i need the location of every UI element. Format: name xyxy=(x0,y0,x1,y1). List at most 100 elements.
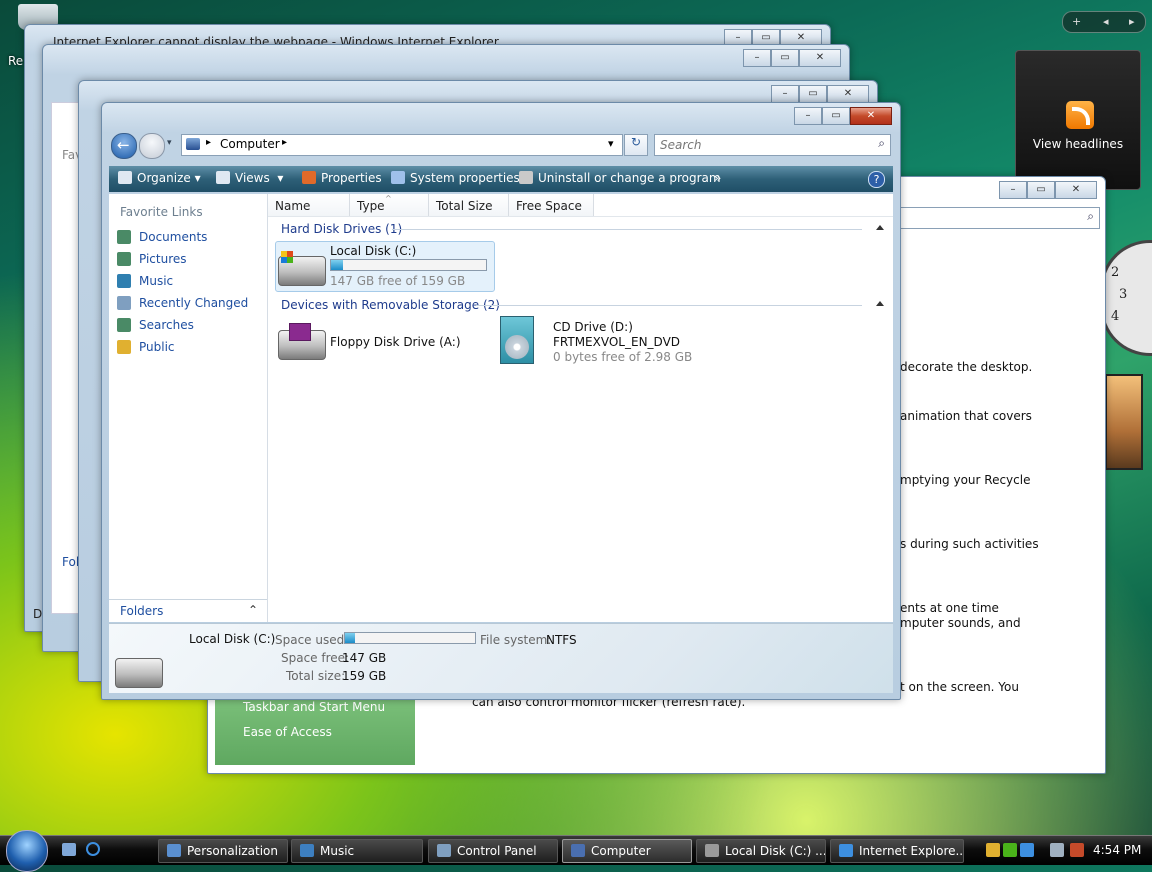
taskbar-button-internet-explore[interactable]: Internet Explore... xyxy=(830,839,964,863)
taskbar-button-music[interactable]: Music xyxy=(291,839,423,863)
address-dropdown[interactable]: ▾ xyxy=(608,137,614,150)
maximize-button[interactable]: ▭ xyxy=(1027,181,1055,199)
cd-drive-name: CD Drive (D:) xyxy=(553,320,633,334)
favorite-link-public[interactable]: Public xyxy=(117,340,175,358)
collapse-group-icon[interactable] xyxy=(876,301,884,306)
organize-button[interactable]: Organize ▾ xyxy=(118,171,201,185)
feed-headlines-gadget[interactable]: View headlines xyxy=(1015,50,1141,190)
minimize-button[interactable]: – xyxy=(999,181,1027,199)
taskbar-app-icon xyxy=(300,844,314,857)
search-placeholder: Search xyxy=(660,138,702,152)
close-button[interactable]: ✕ xyxy=(850,107,892,125)
refresh-button[interactable]: ↻ xyxy=(624,134,648,156)
favorite-link-label: Recently Changed xyxy=(139,296,249,310)
space-used-label: Space used: xyxy=(275,633,349,647)
feed-headlines-label: View headlines xyxy=(1032,137,1124,151)
minimize-button[interactable]: – xyxy=(794,107,822,125)
space-free-label: Space free: xyxy=(281,651,350,665)
taskbar-clock[interactable]: 4:54 PM xyxy=(1093,843,1141,857)
taskbar-button-computer[interactable]: Computer xyxy=(562,839,692,863)
system-properties-button[interactable]: System properties xyxy=(391,171,520,185)
favorite-link-recently-changed[interactable]: Recently Changed xyxy=(117,296,248,314)
start-button[interactable] xyxy=(6,830,48,872)
clock-gadget[interactable]: 2 3 4 xyxy=(1100,240,1152,356)
taskbar-button-local-disk-c[interactable]: Local Disk (C:) ... xyxy=(696,839,826,863)
music-icon xyxy=(117,274,131,288)
network-icon[interactable] xyxy=(1050,843,1064,857)
drive-item-cd[interactable]: CD Drive (D:) FRTMEXVOL_EN_DVD 0 bytes f… xyxy=(496,316,736,366)
forward-button[interactable] xyxy=(139,133,165,159)
help-button[interactable]: ? xyxy=(868,171,885,188)
folders-toggle-bar[interactable]: Folders ⌃ xyxy=(109,599,267,622)
group-hard-disk-drives[interactable]: Hard Disk Drives (1) xyxy=(281,222,402,236)
views-button[interactable]: Views ▾ xyxy=(216,171,283,185)
views-icon xyxy=(216,171,230,184)
group-removable-storage[interactable]: Devices with Removable Storage (2) xyxy=(281,298,500,312)
properties-button[interactable]: Properties xyxy=(302,171,382,185)
public-folder-icon xyxy=(117,340,131,354)
drive-item-floppy[interactable]: Floppy Disk Drive (A:) xyxy=(274,318,474,362)
window-controls: – ▭ ✕ xyxy=(743,49,841,67)
sidebar-next-button[interactable]: ▸ xyxy=(1129,15,1135,28)
breadcrumb-arrow[interactable]: ▸ xyxy=(282,137,287,148)
security-shield-icon[interactable] xyxy=(986,843,1000,857)
taskbar-button-personalization[interactable]: Personalization xyxy=(158,839,288,863)
more-commands-button[interactable]: » xyxy=(714,171,721,185)
local-disk-usage-bar xyxy=(330,259,487,271)
breadcrumb-computer[interactable]: Computer xyxy=(220,137,280,151)
local-disk-name: Local Disk (C:) xyxy=(330,244,417,258)
favorite-link-pictures[interactable]: Pictures xyxy=(117,252,187,270)
personalization-text: animation that covers xyxy=(900,409,1032,423)
clock-number: 3 xyxy=(1119,287,1128,302)
breadcrumb-arrow[interactable]: ▸ xyxy=(206,137,211,148)
cd-drive-free: 0 bytes free of 2.98 GB xyxy=(553,350,693,364)
sidebar-prev-button[interactable]: ◂ xyxy=(1103,15,1109,28)
cd-volume-label: FRTMEXVOL_EN_DVD xyxy=(553,335,681,349)
taskbar-start-menu-link[interactable]: Taskbar and Start Menu xyxy=(243,700,385,714)
column-header-name[interactable]: Name xyxy=(268,194,350,216)
pictures-icon xyxy=(117,252,131,266)
taskbar-app-icon xyxy=(571,844,585,857)
personalization-text: mputer sounds, and xyxy=(900,616,1021,630)
close-button[interactable]: ✕ xyxy=(799,49,841,67)
minimize-button[interactable]: – xyxy=(743,49,771,67)
close-button[interactable]: ✕ xyxy=(1055,181,1097,199)
uninstall-program-button[interactable]: Uninstall or change a program xyxy=(519,171,721,185)
details-disk-icon xyxy=(115,658,163,688)
documents-icon xyxy=(117,230,131,244)
chevron-up-icon[interactable]: ⌃ xyxy=(248,603,258,617)
tray-app-icon[interactable] xyxy=(1020,843,1034,857)
recent-pages-dropdown[interactable]: ▾ xyxy=(167,138,172,148)
search-input[interactable]: Search ⌕ xyxy=(654,134,891,156)
tray-app-icon[interactable] xyxy=(1003,843,1017,857)
disc-icon xyxy=(505,335,529,359)
taskbar-button-control-panel[interactable]: Control Panel xyxy=(428,839,558,863)
volume-muted-icon[interactable] xyxy=(1070,843,1084,857)
total-size-label: Total size: xyxy=(286,669,346,683)
sidebar-add-button[interactable]: + xyxy=(1072,15,1081,28)
details-stub: D xyxy=(33,607,43,621)
favorite-link-searches[interactable]: Searches xyxy=(117,318,194,336)
close-button[interactable]: ✕ xyxy=(827,85,869,103)
personalization-text: t on the screen. You xyxy=(900,680,1019,694)
details-pane: Local Disk (C:) Space used: Space free: … xyxy=(109,623,893,693)
favorite-link-documents[interactable]: Documents xyxy=(117,230,207,248)
collapse-group-icon[interactable] xyxy=(876,225,884,230)
search-icon[interactable]: ⌕ xyxy=(878,136,885,151)
personalization-search[interactable]: ⌕ xyxy=(898,207,1100,229)
maximize-button[interactable]: ▭ xyxy=(799,85,827,103)
maximize-button[interactable]: ▭ xyxy=(771,49,799,67)
column-header-free-space[interactable]: Free Space xyxy=(509,194,594,216)
space-free-value: 147 GB xyxy=(342,651,387,665)
minimize-button[interactable]: – xyxy=(771,85,799,103)
internet-explorer-quicklaunch-icon[interactable] xyxy=(86,842,100,856)
show-desktop-icon[interactable] xyxy=(62,843,76,856)
maximize-button[interactable]: ▭ xyxy=(822,107,850,125)
folders-stub: Fol xyxy=(62,555,80,569)
ease-of-access-link[interactable]: Ease of Access xyxy=(243,725,332,739)
favorite-link-music[interactable]: Music xyxy=(117,274,173,292)
address-bar[interactable]: ▸ Computer ▸ ▾ xyxy=(181,134,623,156)
column-header-total-size[interactable]: Total Size xyxy=(429,194,509,216)
back-button[interactable]: ← xyxy=(111,133,137,159)
slideshow-gadget[interactable] xyxy=(1105,374,1143,470)
